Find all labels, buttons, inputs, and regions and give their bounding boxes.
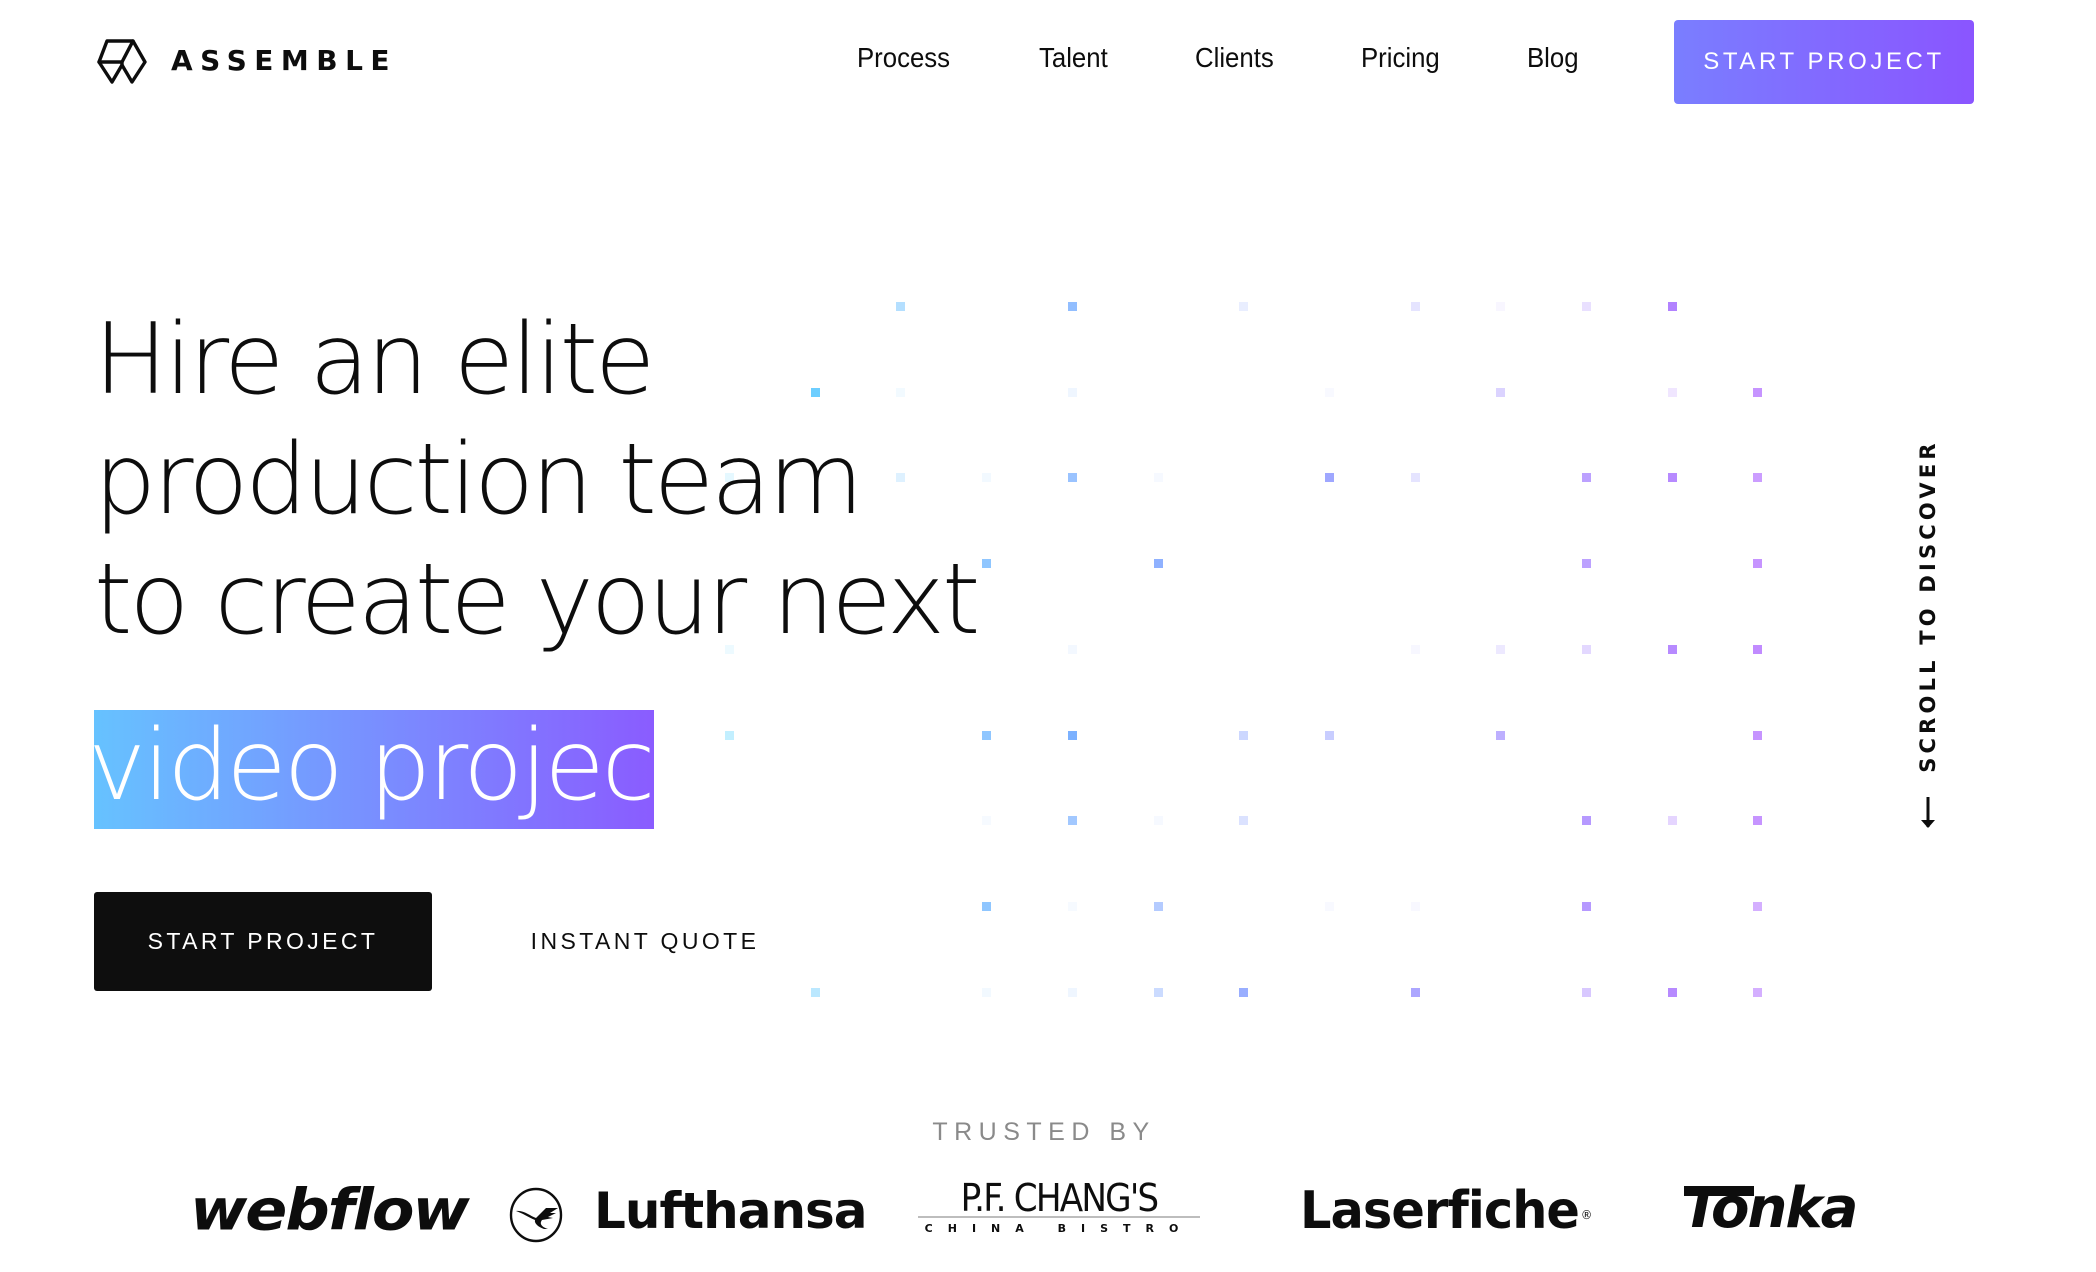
laserfiche-wordmark: Laserfiche	[1300, 1181, 1580, 1241]
grid-dot	[1067, 387, 1077, 397]
nav-clients[interactable]: Clients	[1195, 40, 1274, 76]
grid-dot	[810, 987, 820, 997]
grid-dot	[1239, 730, 1249, 740]
nav-pricing[interactable]: Pricing	[1361, 40, 1440, 76]
grid-dot	[1324, 387, 1334, 397]
grid-dot	[1582, 644, 1591, 654]
grid-dot	[1753, 559, 1763, 569]
client-logo-tonka: Tonka	[1682, 1176, 1858, 1241]
grid-dot	[1496, 730, 1506, 740]
registered-mark: ®	[1580, 1208, 1592, 1222]
grid-dot	[982, 816, 992, 826]
grid-dot	[1753, 730, 1763, 740]
grid-dot	[1153, 987, 1163, 997]
grid-dot	[1582, 302, 1591, 311]
instant-quote-button[interactable]: INSTANT QUOTE	[520, 892, 770, 991]
grid-dot	[1239, 302, 1249, 311]
headline-line: Hire an elite	[94, 303, 655, 417]
grid-dot	[1324, 901, 1334, 911]
trusted-by-text: TRUSTED BY	[932, 1118, 1156, 1146]
nav-talent[interactable]: Talent	[1039, 40, 1108, 76]
grid-dot	[1153, 559, 1163, 569]
grid-dot	[982, 987, 992, 997]
grid-dot	[1239, 816, 1249, 826]
grid-dot	[1753, 901, 1763, 911]
grid-dot	[1753, 387, 1763, 397]
client-logo-laserfiche: Laserfiche ®	[1300, 1178, 1592, 1244]
grid-dot	[1067, 302, 1077, 311]
scroll-hint-text: SCROLL TO DISCOVER	[1916, 439, 1940, 773]
client-logo-lufthansa: Lufthansa	[594, 1182, 868, 1240]
scroll-indicator[interactable]: SCROLL TO DISCOVER	[1908, 439, 1948, 840]
grid-dot	[1067, 987, 1077, 997]
grid-dot	[982, 559, 992, 569]
lufthansa-crane-icon	[509, 1187, 563, 1243]
trusted-by-label: TRUSTED BY	[0, 1118, 2096, 1147]
grid-dot	[1324, 730, 1334, 740]
grid-dot	[982, 901, 992, 911]
grid-dot	[1667, 644, 1677, 654]
grid-dot	[1153, 816, 1163, 826]
grid-dot	[1410, 473, 1420, 483]
start-project-button[interactable]: START PROJECT	[94, 892, 432, 991]
pf-changs-rule	[918, 1216, 1200, 1218]
grid-dot	[1667, 473, 1677, 483]
header-start-project-button[interactable]: START PROJECT	[1674, 20, 1974, 104]
grid-dot	[1153, 901, 1163, 911]
grid-dot	[1153, 473, 1163, 483]
grid-dot	[1324, 473, 1334, 483]
grid-dot	[1582, 816, 1591, 826]
grid-dot	[1496, 644, 1506, 654]
grid-dot	[1067, 730, 1077, 740]
grid-dot	[1667, 302, 1677, 311]
nav-process[interactable]: Process	[857, 40, 950, 76]
client-logo-pf-changs: P.F. CHANG'S CHINA BISTRO	[918, 1176, 1200, 1240]
arrow-down-icon	[1921, 797, 1935, 828]
grid-dot	[1410, 987, 1420, 997]
grid-dot	[1496, 387, 1506, 397]
nav-blog[interactable]: Blog	[1527, 40, 1579, 76]
grid-dot	[1667, 816, 1677, 826]
headline-line: production team	[94, 423, 864, 537]
grid-dot	[1239, 987, 1249, 997]
grid-dot	[1067, 816, 1077, 826]
grid-dot	[725, 730, 734, 740]
grid-dot	[1410, 901, 1420, 911]
grid-dot	[1667, 387, 1677, 397]
grid-dot	[1753, 987, 1763, 997]
grid-dot	[1753, 816, 1763, 826]
grid-dot	[1582, 559, 1591, 569]
grid-dot	[982, 473, 992, 483]
grid-dot	[1067, 644, 1077, 654]
grid-dot	[1410, 644, 1420, 654]
grid-dot	[982, 730, 992, 740]
grid-dot	[1582, 987, 1591, 997]
client-logo-webflow: webflow	[190, 1175, 470, 1244]
pf-changs-subtext: CHINA BISTRO	[924, 1222, 1194, 1235]
headline-line: to create your next	[94, 543, 980, 657]
pf-changs-wordmark: P.F. CHANG'S	[960, 1176, 1159, 1220]
grid-dot	[1067, 901, 1077, 911]
highlight-text: video project	[94, 710, 654, 823]
grid-dot	[1667, 987, 1677, 997]
grid-dot	[1496, 302, 1506, 311]
grid-dot	[1410, 302, 1420, 311]
hero-headline: Hire an elite production team to create …	[94, 300, 980, 660]
headline-highlight: video project	[94, 710, 654, 829]
grid-dot	[1753, 644, 1763, 654]
grid-dot	[1582, 901, 1591, 911]
grid-dot	[1067, 473, 1077, 483]
grid-dot	[1582, 473, 1591, 483]
grid-dot	[1753, 473, 1763, 483]
